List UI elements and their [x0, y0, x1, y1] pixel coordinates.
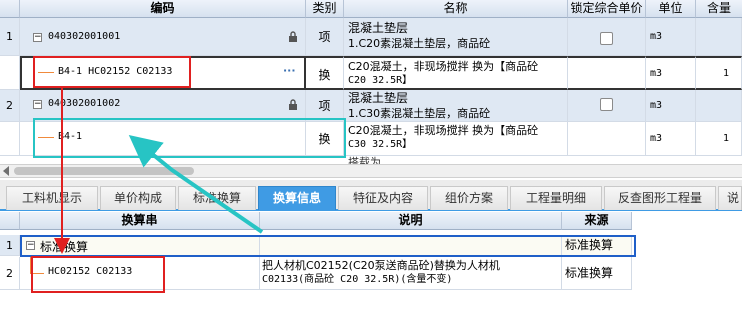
cyan-arrow — [128, 134, 264, 234]
annotation-arrows — [54, 88, 264, 254]
